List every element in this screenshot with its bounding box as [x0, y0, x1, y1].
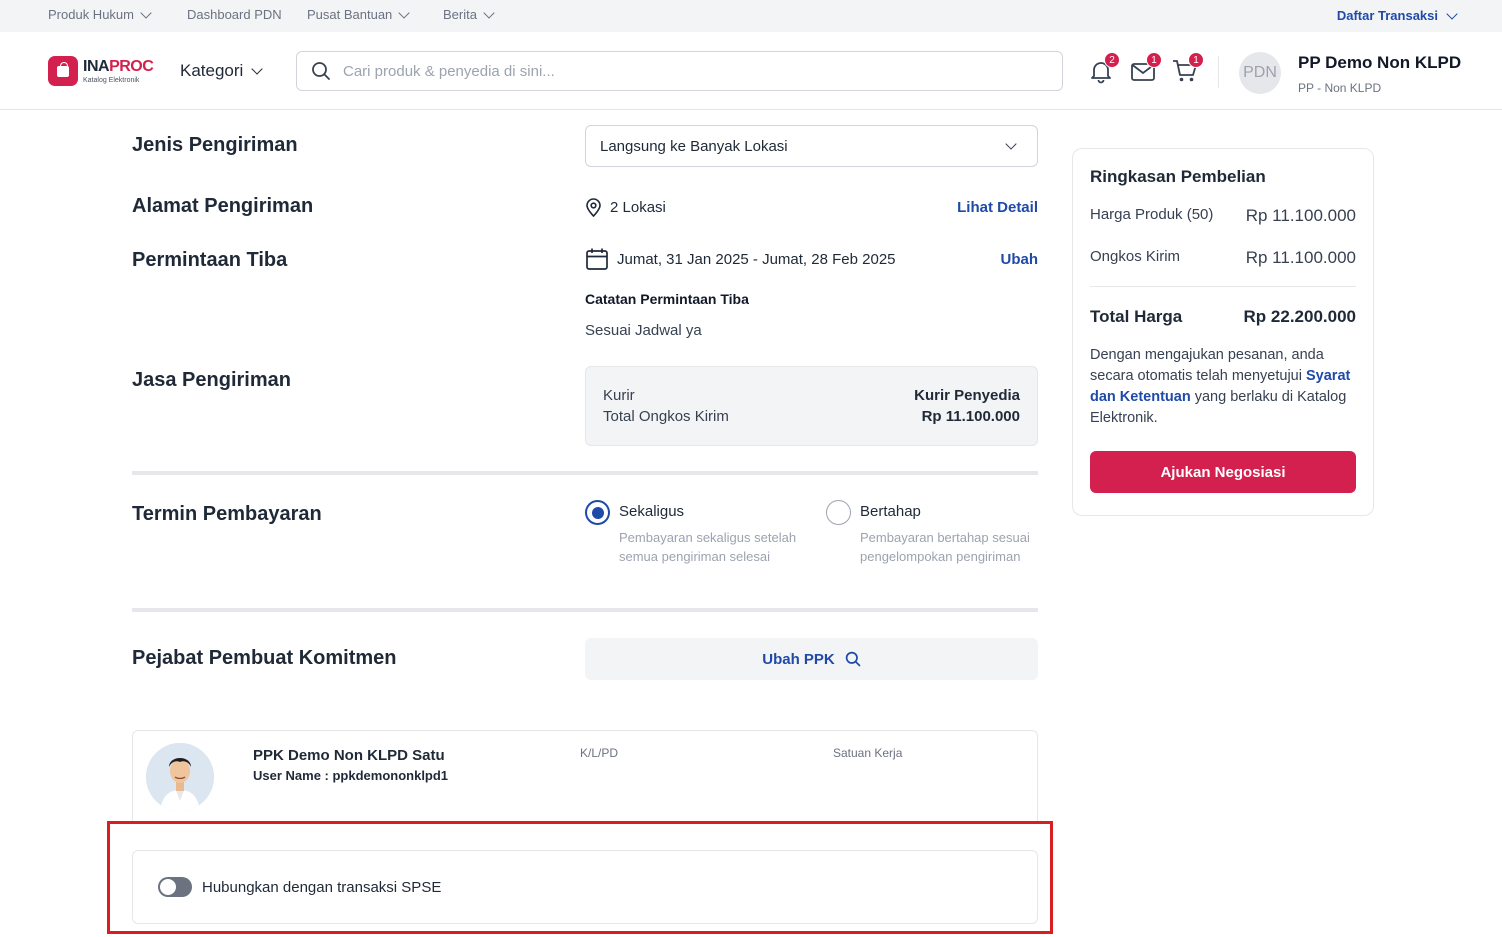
ppk-satker-label: Satuan Kerja — [833, 746, 903, 760]
cart-button[interactable]: 1 — [1172, 52, 1204, 86]
notification-count-badge: 2 — [1104, 52, 1120, 68]
ringkasan-pembelian-card: Ringkasan Pembelian Harga Produk (50) Rp … — [1072, 148, 1374, 516]
topbar-berita[interactable]: Berita — [443, 6, 495, 22]
jasa-pengiriman-card: Kurir Kurir Penyedia Total Ongkos Kirim Rp… — [585, 366, 1038, 446]
ubah-tiba-link[interactable]: Ubah — [1001, 251, 1039, 268]
notifications-button[interactable]: 2 — [1088, 52, 1120, 86]
alamat-value: 2 Lokasi — [610, 199, 666, 216]
avatar[interactable]: PDN — [1239, 52, 1281, 94]
alamat-pengiriman-title: Alamat Pengiriman — [132, 195, 314, 217]
ongkir-row: Total Ongkos Kirim Rp 11.100.000 — [603, 408, 1020, 425]
kategori-menu[interactable]: Kategori — [180, 61, 263, 81]
kurir-value: Kurir Penyedia — [914, 387, 1020, 404]
main-header: INAPROC Katalog Elektronik Kategori 2 1 … — [0, 32, 1502, 110]
radio-label: Bertahap — [860, 503, 921, 520]
lihat-detail-link[interactable]: Lihat Detail — [957, 199, 1038, 216]
highlight-outline — [107, 821, 1053, 934]
logo-accent-text: PROC — [109, 57, 154, 75]
catatan-title: Catatan Permintaan Tiba — [585, 291, 749, 307]
summary-harga-row: Harga Produk (50) Rp 11.100.000 — [1090, 206, 1356, 226]
search-icon — [845, 651, 861, 667]
cart-count-badge: 1 — [1188, 52, 1204, 68]
radio-label: Sekaligus — [619, 503, 685, 520]
ongkir-summary-label: Ongkos Kirim — [1090, 248, 1181, 265]
tiba-value: Jumat, 31 Jan 2025 - Jumat, 28 Feb 2025 — [617, 250, 896, 268]
topbar-item-label: Berita — [443, 7, 477, 22]
ppk-name: PPK Demo Non KLPD Satu — [253, 747, 445, 764]
catatan-value: Sesuai Jadwal ya — [585, 322, 702, 339]
section-divider — [132, 471, 1038, 475]
harga-label: Harga Produk (50) — [1090, 206, 1214, 223]
chevron-down-icon — [483, 6, 495, 19]
location-pin-icon — [586, 198, 601, 217]
logo-main-text: INA — [83, 57, 110, 75]
alamat-summary: 2 Lokasi — [585, 198, 666, 217]
radio-description: Pembayaran bertahap sesuai pengelompokan… — [860, 530, 1030, 564]
topbar-dashboard-pdn[interactable]: Dashboard PDN — [187, 7, 282, 22]
search-input[interactable] — [343, 62, 1023, 80]
tiba-summary: Jumat, 31 Jan 2025 - Jumat, 28 Feb 2025 — [585, 247, 896, 271]
harga-value: Rp 11.100.000 — [1245, 206, 1356, 225]
daftar-transaksi-label: Daftar Transaksi — [1336, 8, 1438, 23]
calendar-icon — [586, 248, 608, 270]
topbar-item-label: Pusat Bantuan — [307, 7, 393, 22]
shopping-bag-icon — [48, 56, 78, 86]
ppk-klpd-label: K/L/PD — [580, 746, 619, 760]
header-divider — [1218, 56, 1219, 88]
chevron-down-icon — [1446, 7, 1458, 20]
summary-ongkir-row: Ongkos Kirim Rp 11.100.000 — [1090, 248, 1356, 268]
user-role: PP - Non KLPD — [1298, 81, 1382, 95]
chevron-down-icon — [251, 63, 263, 75]
summary-title: Ringkasan Pembelian — [1090, 167, 1266, 186]
ubah-ppk-button[interactable]: Ubah PPK — [585, 638, 1038, 680]
user-name[interactable]: PP Demo Non KLPD — [1298, 53, 1468, 73]
summary-total-row: Total Harga Rp 22.200.000 — [1090, 307, 1356, 327]
search-bar[interactable] — [296, 51, 1063, 91]
message-count-badge: 1 — [1146, 52, 1162, 68]
summary-terms-note: Dengan mengajukan pesanan, anda secara o… — [1090, 345, 1356, 429]
inaproc-logo[interactable]: INAPROC Katalog Elektronik — [48, 56, 154, 86]
ajukan-negosiasi-button[interactable]: Ajukan Negosiasi — [1090, 451, 1356, 493]
chevron-down-icon — [140, 6, 152, 19]
chevron-down-icon — [1005, 138, 1017, 150]
topbar-item-label: Dashboard PDN — [187, 7, 282, 22]
ongkir-summary-value: Rp 11.100.000 — [1245, 248, 1356, 267]
messages-button[interactable]: 1 — [1130, 52, 1162, 86]
ongkir-label: Total Ongkos Kirim — [603, 408, 729, 425]
ppk-card: PPK Demo Non KLPD Satu User Name : ppkde… — [132, 730, 1038, 824]
topbar-pusat-bantuan[interactable]: Pusat Bantuan — [307, 6, 410, 22]
logo-title: INAPROC — [83, 57, 154, 75]
radio-description: Pembayaran sekaligus setelah semua pengi… — [619, 530, 797, 564]
ubah-ppk-label: Ubah PPK — [762, 650, 835, 668]
section-divider — [132, 608, 1038, 612]
ppk-title: Pejabat Pembuat Komitmen — [132, 647, 397, 669]
topbar-item-label: Produk Hukum — [48, 7, 134, 22]
jenis-pengiriman-title: Jenis Pengiriman — [132, 134, 298, 156]
ppk-avatar — [146, 743, 214, 811]
radio-button-selected[interactable] — [585, 500, 610, 525]
jasa-pengiriman-title: Jasa Pengiriman — [132, 369, 291, 391]
topbar-produk-hukum[interactable]: Produk Hukum — [48, 6, 152, 22]
kategori-label: Kategori — [180, 61, 244, 80]
total-value: Rp 22.200.000 — [1243, 307, 1356, 326]
kurir-row: Kurir Kurir Penyedia — [603, 387, 1020, 404]
termin-pembayaran-title: Termin Pembayaran — [132, 503, 322, 525]
person-avatar-icon — [146, 743, 214, 811]
chevron-down-icon — [398, 6, 410, 19]
jenis-pengiriman-value: Langsung ke Banyak Lokasi — [600, 137, 788, 155]
top-utility-bar: Produk Hukum Dashboard PDN Pusat Bantuan… — [0, 0, 1502, 32]
logo-subtitle: Katalog Elektronik — [83, 76, 140, 84]
jenis-pengiriman-select[interactable]: Langsung ke Banyak Lokasi — [585, 125, 1038, 167]
ongkir-value: Rp 11.100.000 — [921, 408, 1020, 425]
total-label: Total Harga — [1090, 307, 1183, 326]
radio-button-unselected[interactable] — [826, 500, 851, 525]
daftar-transaksi-menu[interactable]: Daftar Transaksi — [1336, 7, 1458, 23]
kurir-label: Kurir — [603, 387, 635, 404]
terms-note-text: Dengan mengajukan pesanan, anda secara o… — [1090, 347, 1324, 384]
search-icon — [312, 62, 330, 80]
permintaan-tiba-title: Permintaan Tiba — [132, 249, 288, 271]
ppk-username: User Name : ppkdemononklpd1 — [253, 768, 449, 783]
summary-divider — [1090, 286, 1356, 287]
